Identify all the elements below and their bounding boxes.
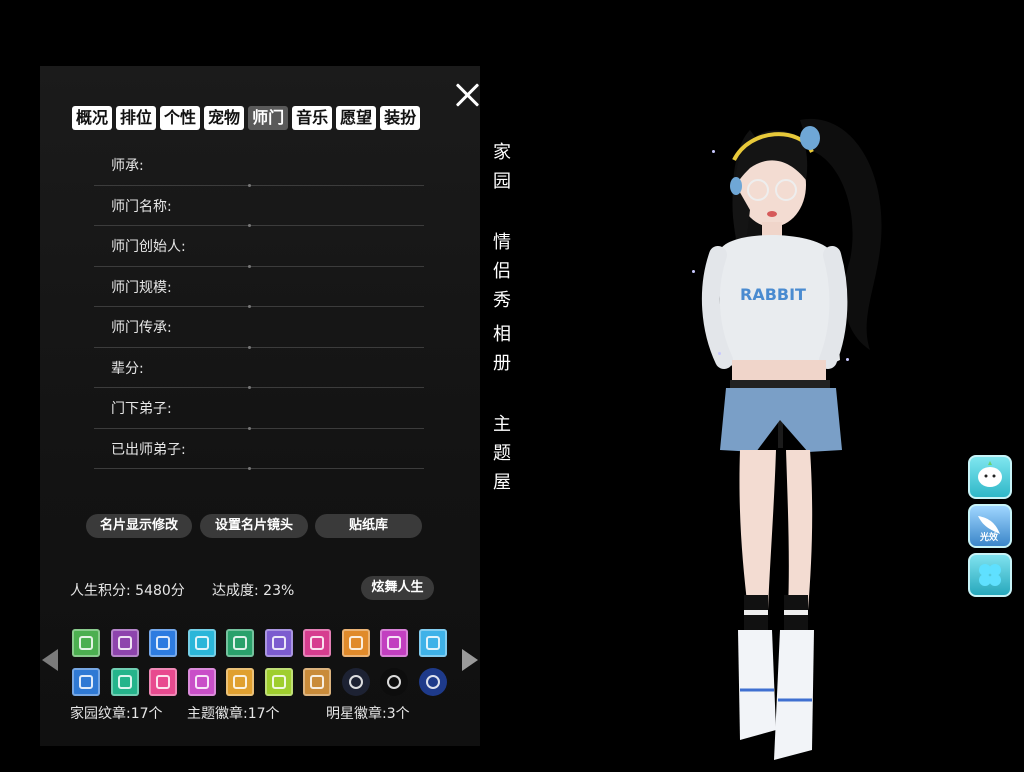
clover-icon[interactable] xyxy=(968,553,1012,597)
nav-char: 情 xyxy=(493,232,511,253)
info-row-school-name: 师门名称: xyxy=(94,186,424,227)
tab-overview[interactable]: 概况 xyxy=(72,106,113,130)
nav-couple-show[interactable]: 情 侣 秀 xyxy=(490,228,514,315)
home-badge-count: 家园纹章:17个 xyxy=(70,706,163,722)
star-badge-icon[interactable] xyxy=(380,629,408,657)
badge-icon[interactable] xyxy=(226,629,254,657)
field-label: 师承: xyxy=(111,158,144,174)
crown-badge-icon[interactable] xyxy=(303,667,331,696)
sparkle xyxy=(692,270,695,273)
life-score: 人生积分: 5480分 xyxy=(70,580,185,600)
card-display-edit-button[interactable]: 名片显示修改 xyxy=(86,514,192,538)
nav-char: 相 xyxy=(493,324,511,345)
info-row-mentor: 师承: xyxy=(94,145,424,186)
tab-outfit[interactable]: 装扮 xyxy=(380,106,421,130)
face-graphic xyxy=(978,461,1002,487)
info-row-disciples: 门下弟子: xyxy=(94,388,424,429)
badge-icon[interactable] xyxy=(110,667,139,696)
badge-icon[interactable] xyxy=(303,629,331,657)
badge-icon[interactable] xyxy=(149,629,177,657)
card-camera-button[interactable]: 设置名片镜头 xyxy=(200,514,308,538)
field-label: 师门创始人: xyxy=(111,239,186,255)
diamond-badge-icon[interactable] xyxy=(187,629,216,657)
sparkle xyxy=(718,352,721,355)
progress-label: 达成度: xyxy=(212,583,259,599)
clover-graphic xyxy=(979,564,1001,586)
score-label: 人生积分: xyxy=(70,583,131,599)
tab-mentor-school[interactable]: 师门 xyxy=(248,106,289,130)
badge-icon[interactable] xyxy=(72,629,100,657)
tab-wish[interactable]: 愿望 xyxy=(336,106,377,130)
red-blue-emblem-icon[interactable] xyxy=(341,667,370,696)
cartoon-face-icon[interactable] xyxy=(968,455,1012,499)
tab-ranking[interactable]: 排位 xyxy=(116,106,157,130)
dance-life-button[interactable]: 炫舞人生 xyxy=(361,576,434,600)
info-row-founder: 师门创始人: xyxy=(94,226,424,267)
glow-effect-label: 光效 xyxy=(980,533,999,543)
progress-value: 23% xyxy=(263,583,295,599)
completion-rate: 达成度: 23% xyxy=(212,580,294,600)
nav-home[interactable]: 家 园 xyxy=(490,138,514,196)
star-badge-count: 明星徽章:3个 xyxy=(326,706,410,722)
nav-char: 侣 xyxy=(493,261,511,282)
badge-icon[interactable] xyxy=(226,667,254,696)
nav-char: 屋 xyxy=(493,472,511,493)
nav-char: 册 xyxy=(493,353,511,374)
wing-icon[interactable]: 光效 xyxy=(968,504,1012,548)
badge-icon[interactable] xyxy=(187,667,216,696)
field-label: 已出师弟子: xyxy=(111,441,186,458)
info-row-lineage: 师门传承: xyxy=(94,307,424,348)
eye-badge-icon[interactable] xyxy=(264,667,293,696)
sparkle xyxy=(712,150,715,153)
player-avatar: RABBIT xyxy=(690,90,920,768)
field-label: 门下弟子: xyxy=(111,401,172,417)
close-icon[interactable] xyxy=(452,80,482,110)
tab-personality[interactable]: 个性 xyxy=(160,106,201,130)
badge-icon[interactable] xyxy=(264,629,293,657)
field-label: 师门传承: xyxy=(111,320,172,336)
tab-pet[interactable]: 宠物 xyxy=(204,106,245,130)
tab-music[interactable]: 音乐 xyxy=(292,106,333,130)
badge-icon[interactable] xyxy=(72,667,100,696)
sparkle xyxy=(846,358,849,361)
paw-badge-icon[interactable] xyxy=(149,667,177,696)
chevron-left-icon[interactable] xyxy=(42,649,58,671)
nav-theme-room[interactable]: 主 题 屋 xyxy=(490,410,514,497)
nav-char: 家 xyxy=(493,142,511,163)
info-row-generation: 辈分: xyxy=(94,348,424,389)
score-value: 5480分 xyxy=(135,583,185,599)
info-row-graduated: 已出师弟子: xyxy=(94,429,424,470)
mentor-info-list: 师承: 师门名称: 师门创始人: 师门规模: 师门传承: 辈分: 门下弟子: 已… xyxy=(94,145,424,470)
nav-char: 题 xyxy=(493,443,511,464)
green-lantern-emblem-icon[interactable] xyxy=(380,667,408,696)
tab-bar: 概况 排位 个性 宠物 师门 音乐 愿望 装扮 xyxy=(72,106,421,130)
nav-album[interactable]: 相 册 xyxy=(490,320,514,378)
nav-char: 园 xyxy=(493,171,511,192)
field-label: 师门名称: xyxy=(111,198,172,215)
field-label: 辈分: xyxy=(111,360,144,377)
crab-badge-icon[interactable] xyxy=(341,629,370,657)
badge-icon[interactable] xyxy=(110,629,139,657)
nav-char: 秀 xyxy=(493,290,511,311)
theme-badge-count: 主题徽章:17个 xyxy=(187,706,280,722)
chevron-right-icon[interactable] xyxy=(462,649,478,671)
info-row-scale: 师门规模: xyxy=(94,267,424,308)
nav-char: 主 xyxy=(493,414,511,435)
sticker-library-button[interactable]: 贴纸库 xyxy=(315,514,422,538)
avatar-figure: RABBIT xyxy=(701,118,882,760)
x-emblem-icon[interactable] xyxy=(418,667,447,696)
svg-text:RABBIT: RABBIT xyxy=(740,285,806,304)
cupcake-badge-icon[interactable] xyxy=(418,629,447,657)
field-label: 师门规模: xyxy=(111,279,172,296)
